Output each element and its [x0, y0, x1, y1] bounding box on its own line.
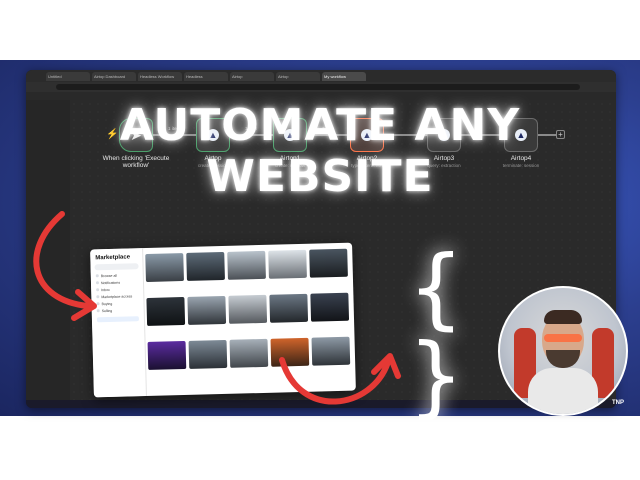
presenter-torso [528, 368, 598, 414]
presenter-hair [544, 310, 582, 324]
presenter-beard [546, 350, 580, 368]
red-arrow-right [279, 357, 391, 405]
json-braces-graphic: { } [409, 236, 463, 427]
webcam-presenter [498, 286, 628, 416]
channel-badge: TNP [612, 400, 624, 406]
presenter-glasses [544, 334, 582, 342]
video-thumbnail: Untitled Airtop Dashboard Headless Workf… [0, 0, 640, 480]
